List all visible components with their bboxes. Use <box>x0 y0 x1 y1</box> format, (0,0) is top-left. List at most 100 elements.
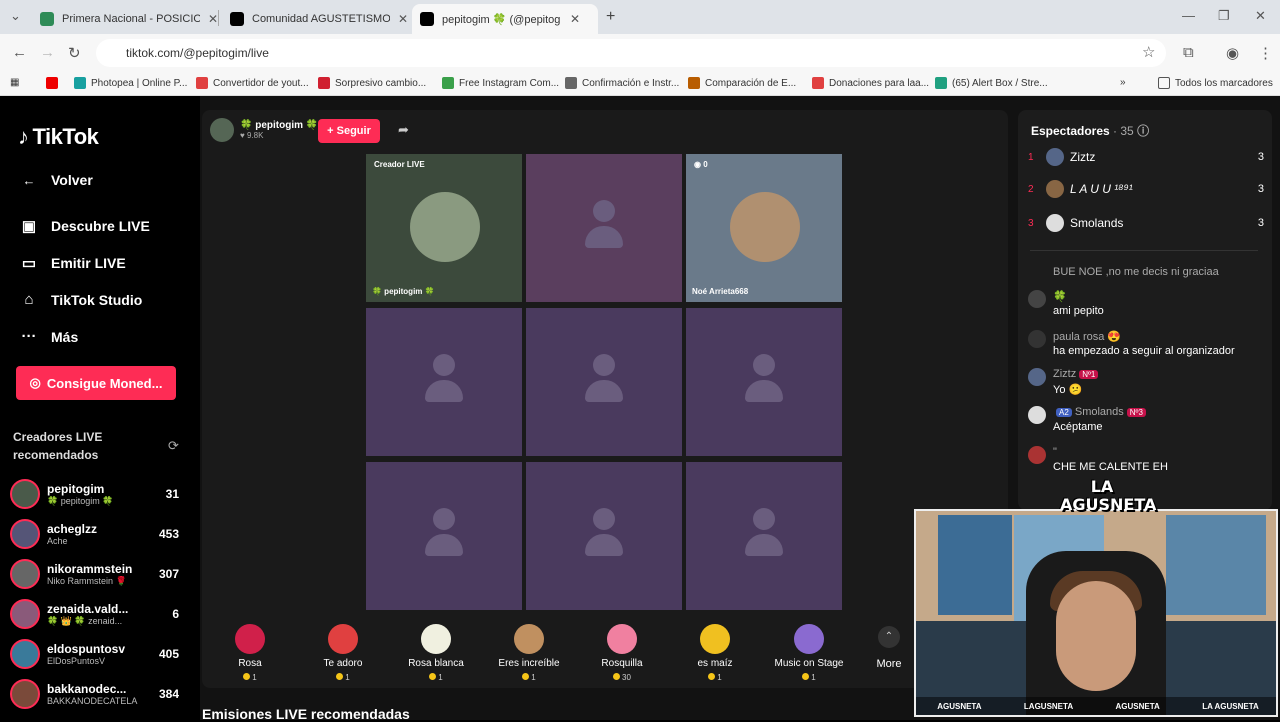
gift-item[interactable]: Te adoro 1 <box>298 624 388 682</box>
avatar <box>10 639 40 669</box>
guest-portrait <box>730 192 800 262</box>
close-tab-icon[interactable]: ✕ <box>208 12 218 26</box>
guest-slot-empty[interactable] <box>366 308 522 456</box>
bookmark-4[interactable]: Free Instagram Com... <box>442 77 559 89</box>
creator-item[interactable]: pepitogim 🍀 pepitogim 🍀 31 <box>10 476 190 512</box>
agusneta-logo: LA AGUSNETA <box>1060 477 1157 514</box>
top-viewer[interactable]: 1 Ziztz 3 <box>1028 146 1264 168</box>
tiktok-logo[interactable]: ♪ TikTok <box>18 124 99 150</box>
follow-button[interactable]: + Seguir <box>318 119 380 143</box>
creator-item[interactable]: nikorammstein Niko Rammstein 🌹 307 <box>10 556 190 592</box>
spectators-title: Espectadores · 35 ⓘ <box>1031 124 1150 138</box>
camera-icon: ▭ <box>21 255 37 272</box>
creator-item[interactable]: zenaida.vald... 🍀 👑 🍀 zenaid... 6 <box>10 596 190 632</box>
bookmark-7[interactable]: Donaciones para laa... <box>812 77 929 89</box>
bookmark-2[interactable]: Convertidor de yout... <box>196 77 309 89</box>
guest-slot-guest[interactable]: ◉ 0 Noé Arrieta668 <box>686 154 842 302</box>
address-bar[interactable]: tiktok.com/@pepitogim/live <box>96 39 1166 67</box>
browser-tab-1[interactable]: Primera Nacional - POSICIONE ✕ <box>32 4 226 34</box>
refresh-icon[interactable]: ⟳ <box>168 438 179 454</box>
browser-tab-3[interactable]: pepitogim 🍀 (@pepitog ✕ <box>412 4 598 34</box>
youtube-handle: LA AGUSNETA <box>1202 701 1259 711</box>
creator-name: pepitogim <box>47 481 105 496</box>
avatar <box>10 679 40 709</box>
x-logo-icon <box>230 12 244 26</box>
get-coins-button[interactable]: ◎ Consigue Moned... <box>16 366 176 400</box>
bookmark-star-icon[interactable]: ☆ <box>1142 43 1155 61</box>
creator-item[interactable]: acheglzz Ache 453 <box>10 516 190 552</box>
more-bookmarks-icon[interactable]: » <box>1120 77 1126 88</box>
cat-icon <box>514 624 544 654</box>
avatar <box>1046 180 1064 198</box>
tab-title: pepitogim 🍀 (@pepitog <box>442 13 561 26</box>
forward-icon[interactable]: → <box>40 44 55 61</box>
close-window-icon[interactable]: ✕ <box>1255 8 1266 24</box>
nav-go-live[interactable]: ▭ Emitir LIVE <box>18 254 126 272</box>
back-link[interactable]: ← Volver <box>18 172 93 188</box>
bookmark-6[interactable]: Comparación de E... <box>688 77 796 89</box>
corn-icon <box>700 624 730 654</box>
guest-slot-empty[interactable] <box>366 462 522 610</box>
donut-icon <box>607 624 637 654</box>
bookmark-5[interactable]: Confirmación e Instr... <box>565 77 679 89</box>
gift-item[interactable]: es maíz 1 <box>670 624 760 682</box>
gift-item[interactable]: Music on Stage 1 <box>764 624 854 682</box>
tab-list-icon[interactable]: ⌄ <box>10 8 21 24</box>
apps-icon[interactable]: ▦ <box>10 77 19 88</box>
all-bookmarks[interactable]: Todos los marcadores <box>1158 77 1273 89</box>
browser-tab-2[interactable]: Comunidad AGUSTETISMO (Su ✕ <box>222 4 416 34</box>
gift-item[interactable]: Rosa 1 <box>205 624 295 682</box>
avatar <box>10 559 40 589</box>
host-likes: ♥ 9.8K <box>240 131 264 140</box>
instagram-handle: AGUSNETA <box>937 701 982 711</box>
restore-icon[interactable]: ❐ <box>1218 8 1230 24</box>
tiktok-handle: AGUSNETA <box>1115 701 1160 711</box>
host-avatar[interactable] <box>210 118 234 142</box>
back-icon[interactable]: ← <box>12 44 27 61</box>
avatar <box>10 479 40 509</box>
rose-icon <box>235 624 265 654</box>
gift-item[interactable]: Rosa blanca 1 <box>391 624 481 682</box>
music-stage-icon <box>794 624 824 654</box>
bookmark-1[interactable]: Photopea | Online P... <box>74 77 187 89</box>
new-tab-icon[interactable]: + <box>606 8 615 26</box>
gift-item[interactable]: Eres increíble 1 <box>484 624 574 682</box>
info-icon: ⓘ <box>1137 124 1150 138</box>
browser-tab-bar: ⌄ Primera Nacional - POSICIONE ✕ Comunid… <box>0 0 1280 34</box>
url-text: tiktok.com/@pepitogim/live <box>126 46 269 60</box>
guest-slot-empty[interactable] <box>526 308 682 456</box>
close-tab-icon[interactable]: ✕ <box>398 12 408 26</box>
more-gifts-button[interactable]: ⌃ More <box>864 626 914 670</box>
guest-slot-host[interactable]: Creador LIVE 🍀 pepitogim 🍀 <box>366 154 522 302</box>
guest-slot-empty[interactable] <box>526 154 682 302</box>
avatar <box>10 599 40 629</box>
discover-live-icon: ▣ <box>21 218 37 235</box>
bookmark-8[interactable]: (65) Alert Box / Stre... <box>935 77 1048 89</box>
youtube-bookmark-icon[interactable] <box>46 77 63 89</box>
gift-item[interactable]: Rosquilla 30 <box>577 624 667 682</box>
avatar <box>10 519 40 549</box>
close-tab-icon[interactable]: ✕ <box>570 12 580 26</box>
person-placeholder-icon <box>425 354 463 408</box>
chat-message: Ziztz Nº1 Yo 😕 <box>1028 368 1264 400</box>
nav-more[interactable]: ··· Más <box>18 328 79 345</box>
guest-slot-empty[interactable] <box>686 308 842 456</box>
guest-slot-empty[interactable] <box>526 462 682 610</box>
avatar <box>1028 446 1046 464</box>
nav-tiktok-studio[interactable]: ⌂ TikTok Studio <box>18 291 142 308</box>
creator-item[interactable]: eldospuntosv ElDosPuntosV 405 <box>10 636 190 672</box>
share-icon[interactable]: ➦ <box>398 122 409 138</box>
nav-discover-live[interactable]: ▣ Descubre LIVE <box>18 217 150 235</box>
top-viewer[interactable]: 3 Smolands 3 <box>1028 212 1264 234</box>
host-info[interactable]: 🍀 pepitogim 🍀 ♥ 9.8K <box>210 118 318 142</box>
reload-icon[interactable]: ↻ <box>68 44 81 62</box>
guest-slot-empty[interactable] <box>686 462 842 610</box>
minimize-icon[interactable]: — <box>1182 8 1195 23</box>
profile-icon[interactable]: ◉ <box>1226 44 1239 62</box>
extensions-icon[interactable]: ⧉ <box>1183 44 1194 61</box>
bookmark-3[interactable]: Sorpresivo cambio... <box>318 77 426 89</box>
menu-icon[interactable]: ⋮ <box>1258 44 1273 62</box>
creator-item[interactable]: bakkanodec... BAKKANODECATELA 384 <box>10 676 190 712</box>
top-viewer[interactable]: 2L A U U ¹⁸⁹¹ 3 <box>1028 178 1264 200</box>
creator-live-tag: Creador LIVE <box>374 160 425 169</box>
